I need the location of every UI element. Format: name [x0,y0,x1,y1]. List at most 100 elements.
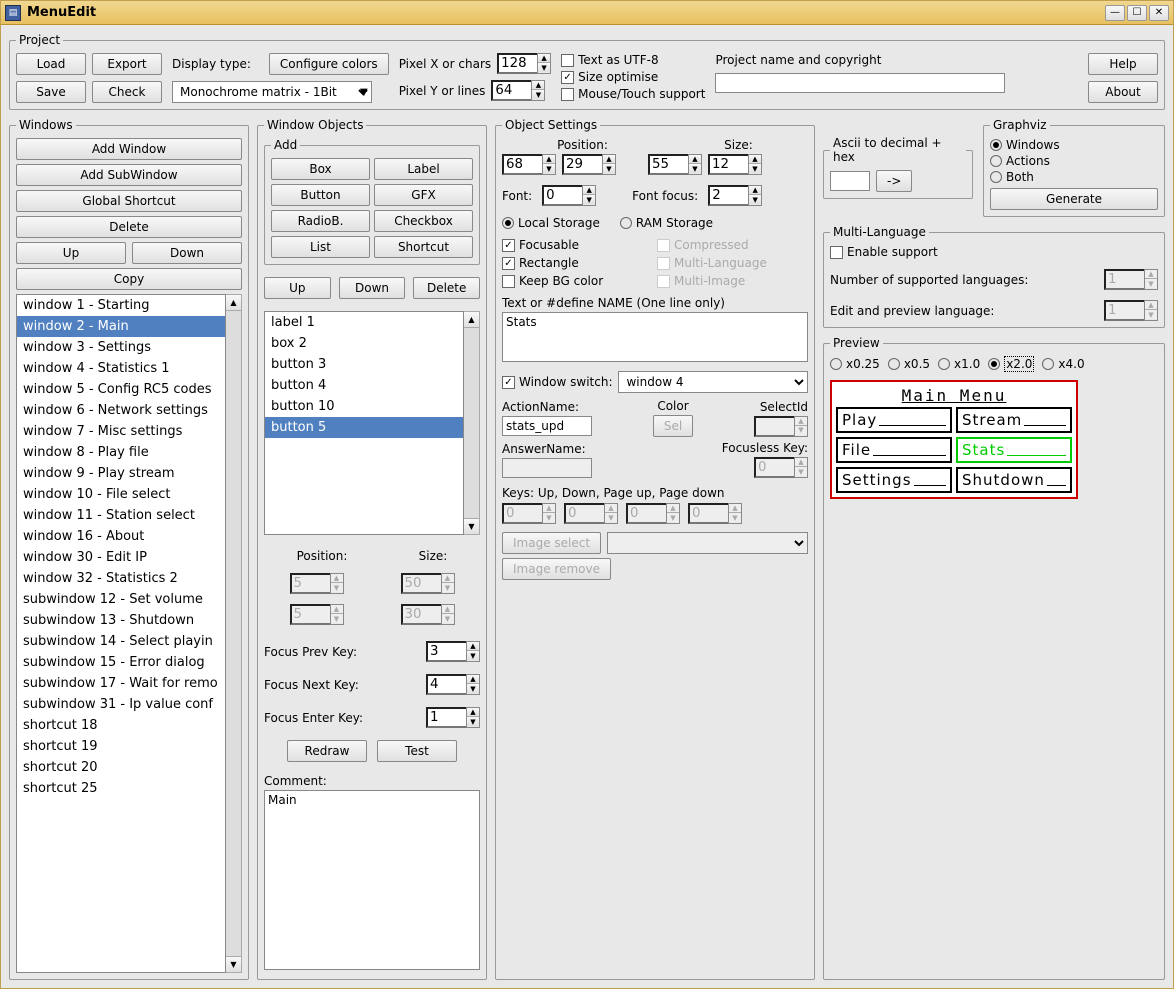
enable-mlang-check[interactable]: Enable support [830,245,1158,259]
help-button[interactable]: Help [1088,53,1158,75]
add-radiob-button[interactable]: RadioB. [271,210,370,232]
pixel-x-spinner[interactable]: ▲▼ [497,53,551,74]
list-item[interactable]: window 3 - Settings [17,337,225,358]
add-list-button[interactable]: List [271,236,370,258]
list-item[interactable]: window 10 - File select [17,484,225,505]
text-define-input[interactable] [502,312,808,362]
save-button[interactable]: Save [16,81,86,103]
mouse-touch-check[interactable]: Mouse/Touch support [561,87,705,101]
window-up-button[interactable]: Up [16,242,126,264]
add-box-button[interactable]: Box [271,158,370,180]
font-spinner[interactable]: ▲▼ [542,185,596,206]
ram-storage-radio[interactable]: RAM Storage [620,216,713,230]
zoom-05-radio[interactable]: x0.5 [888,357,930,371]
add-checkbox-button[interactable]: Checkbox [374,210,473,232]
window-down-button[interactable]: Down [132,242,242,264]
list-item[interactable]: window 11 - Station select [17,505,225,526]
add-gfx-button[interactable]: GFX [374,184,473,206]
check-button[interactable]: Check [92,81,162,103]
list-item[interactable]: window 1 - Starting [17,295,225,316]
zoom-10-radio[interactable]: x1.0 [938,357,980,371]
add-label-button[interactable]: Label [374,158,473,180]
list-item[interactable]: window 9 - Play stream [17,463,225,484]
list-item[interactable]: window 6 - Network settings [17,400,225,421]
object-delete-button[interactable]: Delete [413,277,480,299]
ascii-convert-button[interactable]: -> [876,170,912,192]
font-focus-spinner[interactable]: ▲▼ [708,185,762,206]
list-item[interactable]: window 32 - Statistics 2 [17,568,225,589]
set-size-h[interactable]: ▲▼ [708,154,762,175]
object-up-button[interactable]: Up [264,277,331,299]
list-item[interactable]: window 2 - Main [17,316,225,337]
add-subwindow-button[interactable]: Add SubWindow [16,164,242,186]
list-item[interactable]: shortcut 25 [17,778,225,799]
list-item[interactable]: button 3 [265,354,463,375]
maximize-button[interactable]: ☐ [1127,5,1147,21]
list-item[interactable]: shortcut 18 [17,715,225,736]
add-button-button[interactable]: Button [271,184,370,206]
global-shortcut-button[interactable]: Global Shortcut [16,190,242,212]
close-button[interactable]: ✕ [1149,5,1169,21]
list-item[interactable]: subwindow 12 - Set volume [17,589,225,610]
generate-button[interactable]: Generate [990,188,1158,210]
windows-scrollbar[interactable]: ▲▼ [226,294,242,973]
size-optimise-check[interactable]: ✓Size optimise [561,70,705,84]
focus-next-spinner[interactable]: ▲▼ [426,674,480,695]
set-pos-x[interactable]: ▲▼ [502,154,556,175]
list-item[interactable]: subwindow 14 - Select playin [17,631,225,652]
list-item[interactable]: subwindow 15 - Error dialog [17,652,225,673]
comment-textarea[interactable] [264,790,480,970]
windows-list[interactable]: window 1 - Startingwindow 2 - Mainwindow… [16,294,226,973]
list-item[interactable]: window 30 - Edit IP [17,547,225,568]
ascii-input[interactable] [830,171,870,191]
list-item[interactable]: subwindow 17 - Wait for remo [17,673,225,694]
zoom-40-radio[interactable]: x4.0 [1042,357,1084,371]
add-shortcut-button[interactable]: Shortcut [374,236,473,258]
object-down-button[interactable]: Down [339,277,406,299]
action-name-input[interactable] [502,416,592,436]
focusable-check[interactable]: ✓Focusable [502,238,653,252]
list-item[interactable]: window 4 - Statistics 1 [17,358,225,379]
down-arrow-icon[interactable]: ▼ [538,63,550,72]
utf8-check[interactable]: Text as UTF-8 [561,53,705,67]
list-item[interactable]: window 5 - Config RC5 codes [17,379,225,400]
up-arrow-icon[interactable]: ▲ [538,54,550,63]
window-switch-select[interactable]: window 4 [618,371,808,393]
graphviz-windows-radio[interactable]: Windows [990,138,1158,152]
load-button[interactable]: Load [16,53,86,75]
list-item[interactable]: window 8 - Play file [17,442,225,463]
list-item[interactable]: button 4 [265,375,463,396]
zoom-025-radio[interactable]: x0.25 [830,357,880,371]
window-switch-check[interactable]: ✓Window switch: [502,375,612,389]
set-pos-y[interactable]: ▲▼ [562,154,616,175]
configure-colors-button[interactable]: Configure colors [269,53,389,75]
focus-prev-spinner[interactable]: ▲▼ [426,641,480,662]
delete-window-button[interactable]: Delete [16,216,242,238]
keep-bg-check[interactable]: Keep BG color [502,274,653,288]
list-item[interactable]: shortcut 20 [17,757,225,778]
local-storage-radio[interactable]: Local Storage [502,216,600,230]
list-item[interactable]: label 1 [265,312,463,333]
list-item[interactable]: shortcut 19 [17,736,225,757]
zoom-20-radio[interactable]: x2.0 [988,356,1034,372]
copy-window-button[interactable]: Copy [16,268,242,290]
objects-scrollbar[interactable]: ▲▼ [464,311,480,535]
list-item[interactable]: subwindow 31 - Ip value conf [17,694,225,715]
list-item[interactable]: button 10 [265,396,463,417]
export-button[interactable]: Export [92,53,162,75]
focus-enter-spinner[interactable]: ▲▼ [426,707,480,728]
pixel-y-spinner[interactable]: ▲▼ [491,80,545,101]
list-item[interactable]: window 16 - About [17,526,225,547]
list-item[interactable]: window 7 - Misc settings [17,421,225,442]
objects-list[interactable]: label 1box 2button 3button 4button 10but… [264,311,464,535]
add-window-button[interactable]: Add Window [16,138,242,160]
display-type-select[interactable]: Monochrome matrix - 1Bit [172,81,372,103]
graphviz-both-radio[interactable]: Both [990,170,1158,184]
redraw-button[interactable]: Redraw [287,740,367,762]
rectangle-check[interactable]: ✓Rectangle [502,256,653,270]
graphviz-actions-radio[interactable]: Actions [990,154,1158,168]
list-item[interactable]: box 2 [265,333,463,354]
about-button[interactable]: About [1088,81,1158,103]
list-item[interactable]: button 5 [265,417,463,438]
project-name-input[interactable] [715,73,1005,93]
